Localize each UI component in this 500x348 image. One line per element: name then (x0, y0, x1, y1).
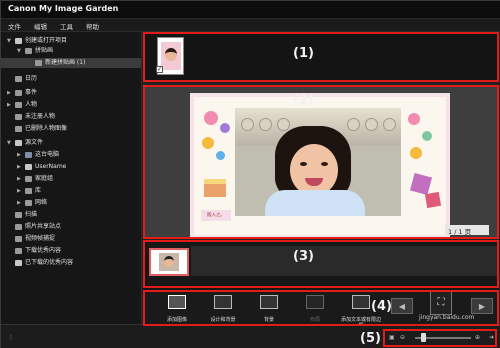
tree-item-label: 拼贴画 (35, 47, 54, 54)
tree-item-label: 人物 (25, 101, 38, 108)
tree-item-label: 日历 (25, 75, 38, 82)
event-icon (15, 90, 22, 96)
folder-open-icon (15, 38, 22, 44)
tree-item-label: 这台电脑 (35, 151, 60, 158)
callout-box-5 (383, 329, 497, 347)
callout-label-4: (4) (371, 299, 392, 314)
collapse-arrow-icon[interactable]: ▶ (17, 186, 21, 196)
tree-item-download[interactable]: 下载优秀内容 (1, 246, 141, 256)
tree-item-label: 库 (35, 187, 42, 194)
callout-label-2: (2) (293, 93, 314, 108)
collage-icon (25, 48, 32, 54)
tree-item-label: 已删除人物图像 (25, 125, 68, 132)
callout-label-1: (1) (293, 46, 314, 61)
tree-item-label: 照片共享站点 (25, 223, 62, 230)
tree-item-label: 家庭组 (35, 175, 54, 182)
user-folder-icon (25, 164, 32, 170)
collapse-arrow-icon[interactable]: ▶ (7, 100, 11, 110)
video-capture-icon (15, 236, 22, 242)
calendar-icon (15, 76, 22, 82)
tree-item-computer[interactable]: ▶ 这台电脑 (1, 150, 141, 160)
collapse-arrow-icon[interactable]: ▶ (17, 162, 21, 172)
homegroup-icon (25, 176, 32, 182)
tree-item-homegroup[interactable]: ▶ 家庭组 (1, 174, 141, 184)
tree-item-label: 创建或打开项目 (25, 37, 68, 44)
tree-item-folder[interactable]: ▼ 源文件 (1, 138, 141, 148)
tree-item-unregistered-person[interactable]: 未注册人物 (1, 112, 141, 122)
tree-item-calendar[interactable]: 日历 (1, 74, 141, 84)
watermark-text: jingyan.baidu.com (419, 314, 475, 321)
tree-item-label: 已下载的优秀内容 (25, 259, 74, 266)
collapse-arrow-icon[interactable]: ▶ (17, 150, 21, 160)
tree-item-scan[interactable]: 扫描 (1, 210, 141, 220)
folder-icon (15, 140, 22, 146)
tree-item-downloaded-folder[interactable]: 已下载的优秀内容 (1, 258, 141, 268)
unregistered-person-icon (15, 114, 22, 120)
people-icon (15, 102, 22, 108)
computer-icon (25, 152, 32, 158)
tree-item-label: UserName (35, 163, 67, 170)
downloaded-folder-icon (15, 260, 22, 266)
menu-help[interactable]: 帮助 (79, 19, 105, 31)
expand-arrow-icon[interactable]: ▼ (7, 138, 11, 148)
deleted-person-icon (15, 126, 22, 132)
tree-item-library[interactable]: ▶ 库 (1, 186, 141, 196)
network-icon (25, 200, 32, 206)
tree-item-document[interactable]: 新建拼贴画 (1) (1, 58, 141, 68)
tree-item-deleted-person[interactable]: 已删除人物图像 (1, 124, 141, 134)
global-menu-sidebar: ▼ 创建或打开项目 ▼ 拼贴画新建拼贴画 (1) 日历 ▶ 事件 ▶ 人物未注册人物已删除人物图… (1, 32, 142, 324)
menu-tools[interactable]: 工具 (53, 19, 79, 31)
callout-label-3: (3) (293, 249, 314, 264)
collapse-arrow-icon[interactable]: ▶ (17, 174, 21, 184)
expand-arrow-icon[interactable]: ▼ (17, 46, 21, 56)
tree-item-label: 视频帧捕捉 (25, 235, 56, 242)
tree-item-folder-open[interactable]: ▼ 创建或打开项目 (1, 36, 141, 46)
tree-item-event[interactable]: ▶ 事件 (1, 88, 141, 98)
download-icon (15, 248, 22, 254)
app-title: Canon My Image Garden (8, 4, 119, 13)
menu-bar: 文件 编辑 工具 帮助 (1, 19, 500, 32)
tree-item-label: 网络 (35, 199, 48, 206)
callout-box-1 (143, 32, 499, 82)
tree-item-network[interactable]: ▶ 网络 (1, 198, 141, 208)
collapse-arrow-icon[interactable]: ▶ (7, 88, 11, 98)
menu-edit[interactable]: 编辑 (27, 19, 53, 31)
tree-item-label: 事件 (25, 89, 38, 96)
scan-icon (15, 212, 22, 218)
app-window: Canon My Image Garden 文件 编辑 工具 帮助 ▼ 创建或打开… (0, 0, 500, 348)
tree-item-photo-sharing[interactable]: 照片共享站点 (1, 222, 141, 232)
title-bar: Canon My Image Garden (1, 1, 500, 19)
library-icon (25, 188, 32, 194)
callout-box-3 (143, 240, 499, 288)
expand-arrow-icon[interactable]: ▼ (7, 36, 11, 46)
callout-box-2 (143, 85, 499, 239)
tree-item-label: 新建拼贴画 (1) (45, 59, 86, 66)
tree-item-user-folder[interactable]: ▶ UserName (1, 162, 141, 172)
tree-item-label: 下载优秀内容 (25, 247, 62, 254)
tree-item-label: 源文件 (25, 139, 44, 146)
sidebar-toggle-icon[interactable]: ⋮ (8, 334, 14, 341)
callout-label-5: (5) (360, 331, 381, 346)
photo-sharing-icon (15, 224, 22, 230)
menu-file[interactable]: 文件 (1, 19, 27, 31)
collapse-arrow-icon[interactable]: ▶ (17, 198, 21, 208)
tree-item-label: 未注册人物 (25, 113, 56, 120)
tree-item-label: 扫描 (25, 211, 38, 218)
tree-item-collage[interactable]: ▼ 拼贴画 (1, 46, 141, 56)
tree-item-people[interactable]: ▶ 人物 (1, 100, 141, 110)
tree-item-video-capture[interactable]: 视频帧捕捉 (1, 234, 141, 244)
document-icon (35, 60, 42, 66)
